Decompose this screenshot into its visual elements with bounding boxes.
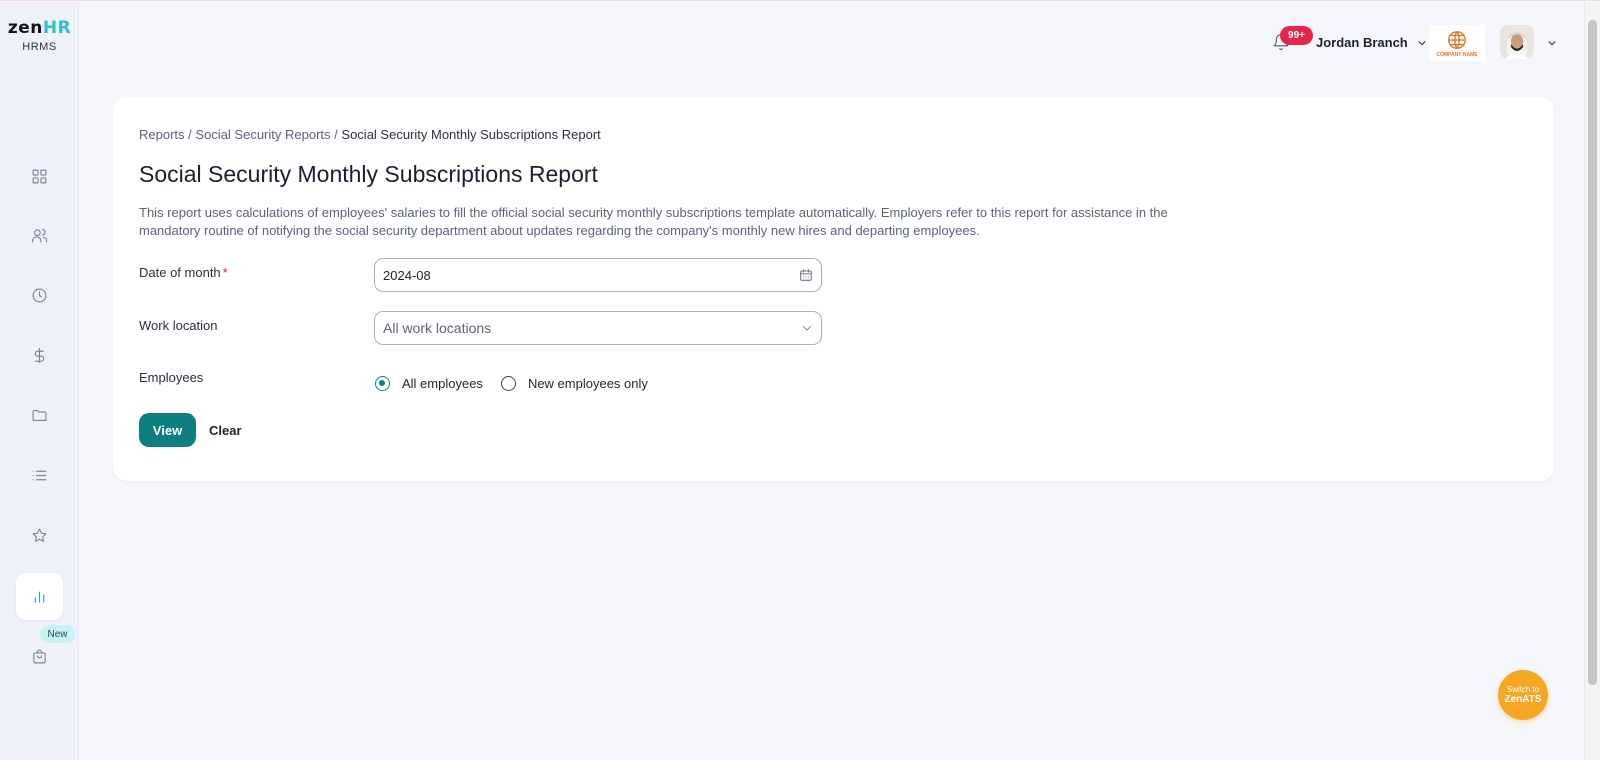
dollar-icon	[34, 347, 45, 364]
breadcrumb-social-security-reports[interactable]: Social Security Reports	[195, 127, 330, 142]
calendar-icon[interactable]	[799, 268, 813, 282]
company-logo[interactable]: COMPANY NAME	[1429, 25, 1485, 61]
sidebar-item-dashboard[interactable]	[16, 153, 63, 200]
folder-icon	[32, 409, 47, 422]
breadcrumb-separator: /	[334, 127, 338, 142]
sidebar-item-reports[interactable]	[16, 573, 63, 620]
sidebar-item-payroll[interactable]	[16, 332, 63, 379]
date-of-month-label: Date of month *	[139, 265, 228, 280]
breadcrumb-current: Social Security Monthly Subscriptions Re…	[341, 127, 601, 142]
switch-button-line1: Switch to	[1506, 684, 1540, 694]
app-logo[interactable]: zenHR HRMS	[0, 18, 79, 53]
radio-new-employees-only[interactable]: New employees only	[500, 376, 648, 391]
work-location-placeholder: All work locations	[383, 320, 492, 336]
company-logo-name: COMPANY NAME	[1436, 51, 1478, 58]
user-avatar[interactable]	[1500, 25, 1534, 59]
work-location-label: Work location	[139, 318, 218, 333]
sidebar-item-attendance[interactable]	[16, 272, 63, 319]
radio-circle-unchecked[interactable]	[500, 376, 516, 391]
sidebar-item-tasks[interactable]	[16, 452, 63, 499]
date-of-month-value: 2024-08	[383, 267, 431, 283]
clear-button[interactable]: Clear	[209, 413, 242, 447]
avatar-image	[1500, 25, 1534, 59]
breadcrumb-separator: /	[188, 127, 192, 142]
switch-button-line2: ZenATS	[1504, 693, 1542, 705]
chevron-down-icon	[1418, 40, 1426, 45]
breadcrumb: Reports / Social Security Reports / Soci…	[139, 127, 601, 142]
report-card: Reports / Social Security Reports / Soci…	[113, 97, 1554, 481]
employees-radio-group: All employees New employees only	[375, 376, 666, 391]
star-icon	[32, 528, 47, 542]
page-scrollbar[interactable]	[1584, 2, 1600, 760]
radio-circle-checked[interactable]	[375, 376, 390, 391]
view-button[interactable]: View	[139, 413, 196, 447]
required-asterisk: *	[222, 265, 228, 280]
radio-all-employees[interactable]: All employees	[375, 376, 483, 391]
clock-icon	[32, 288, 47, 303]
chevron-down-icon	[803, 326, 811, 331]
users-icon	[31, 228, 48, 243]
logo-subtitle: HRMS	[22, 41, 57, 53]
sidebar-item-marketplace[interactable]	[16, 633, 63, 680]
sidebar: zenHR HRMS New	[0, 2, 79, 760]
page-description: This report uses calculations of employe…	[139, 205, 1168, 238]
notification-count-badge: 99+	[1280, 26, 1313, 45]
switch-to-zenats-button[interactable]: Switch to ZenATS	[1498, 670, 1548, 720]
radio-all-employees-label: All employees	[402, 376, 483, 391]
sidebar-item-employees[interactable]	[16, 212, 63, 259]
employees-label: Employees	[139, 370, 204, 385]
work-location-select[interactable]: All work locations	[374, 311, 822, 345]
branch-selector[interactable]: Jordan Branch	[1316, 35, 1427, 50]
shopping-bag-icon	[33, 649, 46, 664]
bar-chart-icon	[34, 591, 45, 603]
branch-name: Jordan Branch	[1316, 35, 1408, 50]
scrollbar-thumb[interactable]	[1588, 20, 1597, 685]
radio-new-employees-only-label: New employees only	[527, 376, 648, 391]
grid-icon	[32, 169, 47, 184]
date-of-month-input[interactable]: 2024-08	[374, 258, 822, 292]
page-title: Social Security Monthly Subscriptions Re…	[139, 161, 598, 187]
logo-word: zenHR	[7, 18, 72, 38]
list-icon	[32, 470, 47, 481]
sidebar-item-performance[interactable]	[16, 512, 63, 559]
user-menu-chevron-icon[interactable]	[1547, 38, 1557, 48]
sidebar-item-documents[interactable]	[16, 392, 63, 439]
breadcrumb-reports[interactable]: Reports	[139, 127, 185, 142]
globe-icon	[1448, 30, 1466, 49]
